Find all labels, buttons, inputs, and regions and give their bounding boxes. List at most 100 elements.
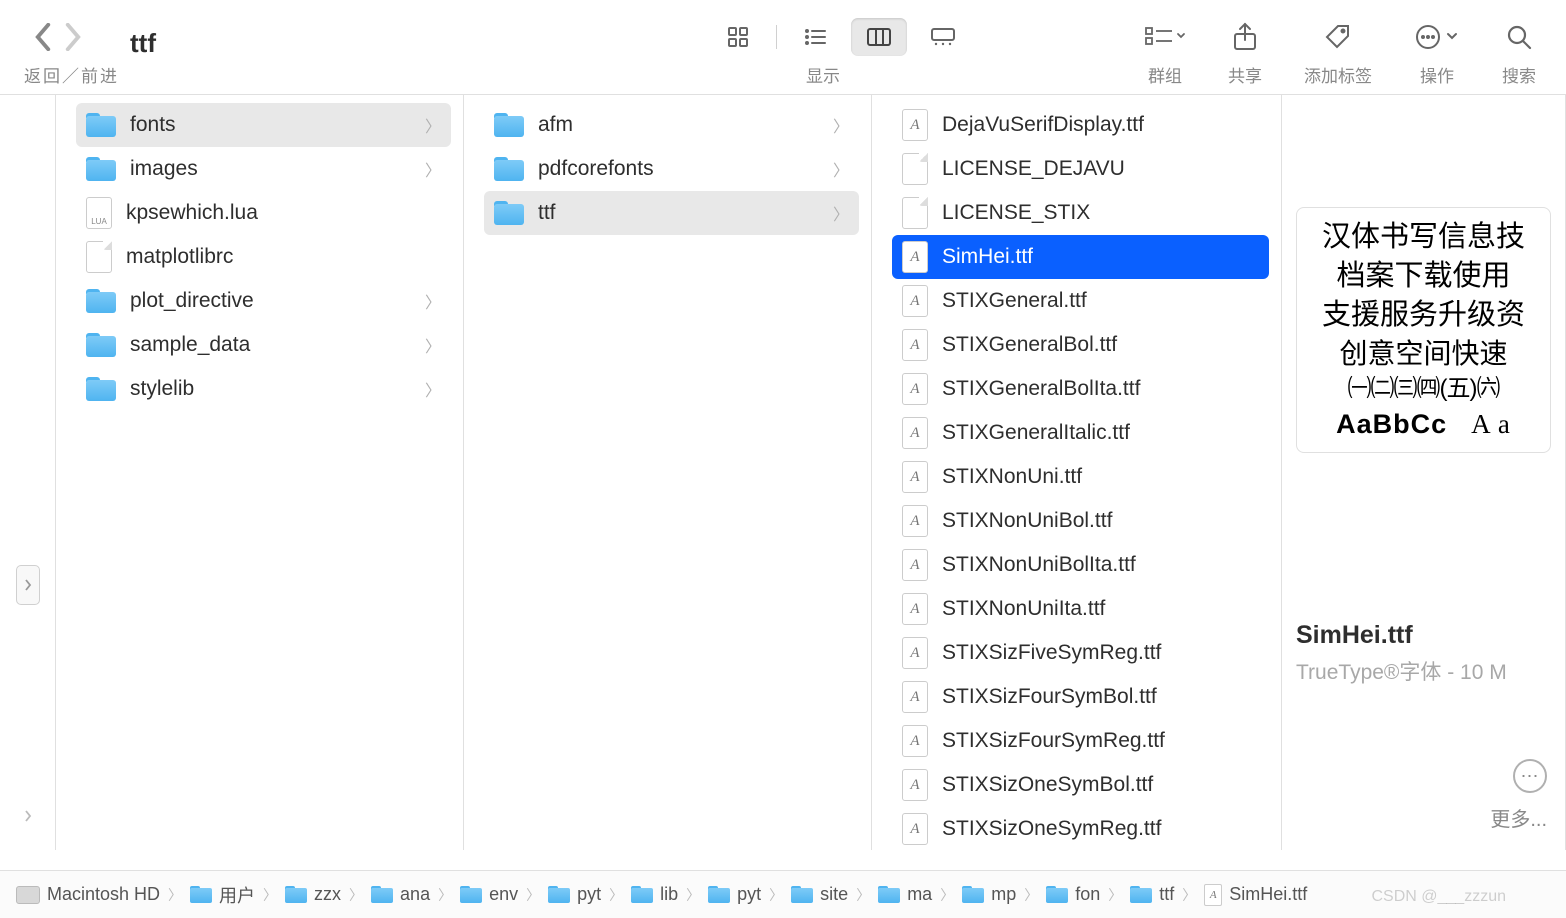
list-item[interactable]: matplotlibrc: [76, 235, 451, 279]
chevron-right-icon: 〉: [1182, 885, 1196, 905]
chevron-right-icon: 〉: [856, 885, 870, 905]
path-segment-label: fon: [1075, 884, 1100, 905]
list-item[interactable]: LUAkpsewhich.lua: [76, 191, 451, 235]
path-segment[interactable]: fon: [1046, 884, 1100, 905]
chevron-right-icon: 〉: [833, 113, 849, 137]
list-item[interactable]: ASTIXNonUni.ttf: [892, 455, 1269, 499]
column-view-button[interactable]: [851, 18, 907, 56]
list-item[interactable]: fonts〉: [76, 103, 451, 147]
column-3[interactable]: ADejaVuSerifDisplay.ttf LICENSE_DEJAVU LIC…: [872, 95, 1282, 850]
list-item-label: SimHei.ttf: [942, 245, 1033, 269]
view-switcher: [710, 18, 971, 56]
path-segment[interactable]: mp: [962, 884, 1016, 905]
folder-icon: [631, 886, 653, 903]
path-segment[interactable]: ASimHei.ttf: [1204, 884, 1307, 906]
list-item[interactable]: A SimHei.ttf: [892, 235, 1269, 279]
path-segment[interactable]: pyt: [548, 884, 601, 905]
list-item[interactable]: ADejaVuSerifDisplay.ttf: [892, 103, 1269, 147]
path-segment-label: pyt: [737, 884, 761, 905]
sidebar-expand-handle[interactable]: [16, 565, 40, 605]
list-item[interactable]: ASTIXSizFiveSymReg.ttf: [892, 631, 1269, 675]
list-item[interactable]: ASTIXSizOneSymBol.ttf: [892, 763, 1269, 807]
list-item[interactable]: stylelib〉: [76, 367, 451, 411]
sidebar-chevron[interactable]: [16, 796, 40, 836]
disk-icon: [16, 886, 40, 904]
list-item[interactable]: plot_directive〉: [76, 279, 451, 323]
column-1[interactable]: fonts〉images〉LUAkpsewhich.luamatplotlibr…: [56, 95, 464, 850]
list-item[interactable]: ASTIXSizOneSymReg.ttf: [892, 807, 1269, 850]
file-icon: [902, 153, 928, 185]
preview-meta: TrueType®字体 - 10 M: [1296, 656, 1551, 686]
more-label: 更多...: [1490, 803, 1547, 832]
folder-icon: [494, 201, 524, 225]
folder-icon: [1130, 886, 1152, 903]
font-file-icon: A: [902, 417, 928, 449]
share-button[interactable]: 共享: [1228, 18, 1262, 87]
list-item[interactable]: afm 〉: [484, 103, 859, 147]
gallery-view-button[interactable]: [915, 18, 971, 56]
actions-button[interactable]: 操作: [1414, 18, 1460, 87]
path-segment[interactable]: 用户: [190, 882, 255, 908]
list-view-button[interactable]: [787, 18, 843, 56]
path-segment[interactable]: zzx: [285, 884, 341, 905]
list-item[interactable]: ASTIXGeneralItalic.ttf: [892, 411, 1269, 455]
path-bar[interactable]: Macintosh HD〉用户〉zzx〉ana〉env〉pyt〉lib〉pyt〉…: [0, 870, 1566, 918]
chevron-right-icon: 〉: [263, 885, 277, 905]
font-file-icon: A: [902, 109, 928, 141]
list-item[interactable]: LICENSE_DEJAVU: [892, 147, 1269, 191]
path-segment[interactable]: lib: [631, 884, 678, 905]
chevron-right-icon: 〉: [168, 885, 182, 905]
back-button[interactable]: [28, 22, 58, 52]
path-segment-label: mp: [991, 884, 1016, 905]
path-segment[interactable]: site: [791, 884, 848, 905]
list-item[interactable]: LICENSE_STIX: [892, 191, 1269, 235]
chevron-right-icon: 〉: [769, 885, 783, 905]
more-button[interactable]: ⋯: [1513, 759, 1547, 793]
list-item[interactable]: ASTIXGeneralBol.ttf: [892, 323, 1269, 367]
preview-column: 汉体书写信息技 档案下载使用 支援服务升级资 创意空间快速 ㈠㈡㈢㈣(五)㈥ A…: [1282, 95, 1566, 850]
list-item-label: afm: [538, 113, 573, 137]
list-item[interactable]: ASTIXNonUniIta.ttf: [892, 587, 1269, 631]
preview-line: 创意空间快速: [1305, 335, 1542, 373]
font-file-icon: A: [902, 461, 928, 493]
path-segment[interactable]: pyt: [708, 884, 761, 905]
file-icon: [902, 197, 928, 229]
list-item-label: fonts: [130, 113, 176, 137]
list-item[interactable]: ttf〉: [484, 191, 859, 235]
list-item[interactable]: images〉: [76, 147, 451, 191]
folder-icon: [371, 886, 393, 903]
path-segment[interactable]: env: [460, 884, 518, 905]
forward-button[interactable]: [58, 22, 88, 52]
path-segment[interactable]: ttf: [1130, 884, 1174, 905]
path-segment[interactable]: ma: [878, 884, 932, 905]
list-item[interactable]: ASTIXSizFourSymBol.ttf: [892, 675, 1269, 719]
list-item[interactable]: ASTIXSizFourSymReg.ttf: [892, 719, 1269, 763]
chevron-right-icon: 〉: [425, 157, 441, 181]
list-item[interactable]: ASTIXNonUniBol.ttf: [892, 499, 1269, 543]
list-item-label: STIXSizFourSymBol.ttf: [942, 685, 1157, 709]
font-file-icon: A: [902, 241, 928, 273]
list-item-label: LICENSE_DEJAVU: [942, 157, 1125, 181]
list-item[interactable]: ASTIXGeneral.ttf: [892, 279, 1269, 323]
path-segment-label: Macintosh HD: [47, 884, 160, 905]
list-item-label: pdfcorefonts: [538, 157, 654, 181]
path-segment[interactable]: ana: [371, 884, 430, 905]
icon-view-button[interactable]: [710, 18, 766, 56]
list-item[interactable]: sample_data〉: [76, 323, 451, 367]
file-icon: [86, 241, 112, 273]
search-button[interactable]: 搜索: [1502, 18, 1536, 87]
groups-button[interactable]: 群组: [1144, 18, 1186, 87]
path-segment-label: site: [820, 884, 848, 905]
folder-icon: [494, 113, 524, 137]
more-area: ⋯ 更多...: [1490, 759, 1547, 832]
sample-bold: AaBbCc: [1336, 406, 1447, 442]
font-file-icon: A: [902, 285, 928, 317]
font-file-icon: A: [902, 593, 928, 625]
path-segment[interactable]: Macintosh HD: [16, 884, 160, 905]
list-item[interactable]: ASTIXNonUniBolIta.ttf: [892, 543, 1269, 587]
list-item[interactable]: ASTIXGeneralBolIta.ttf: [892, 367, 1269, 411]
column-2[interactable]: afm 〉 pdfcorefonts〉ttf〉: [464, 95, 872, 850]
font-file-icon: A: [902, 725, 928, 757]
list-item[interactable]: pdfcorefonts〉: [484, 147, 859, 191]
tags-button[interactable]: 添加标签: [1304, 18, 1372, 87]
